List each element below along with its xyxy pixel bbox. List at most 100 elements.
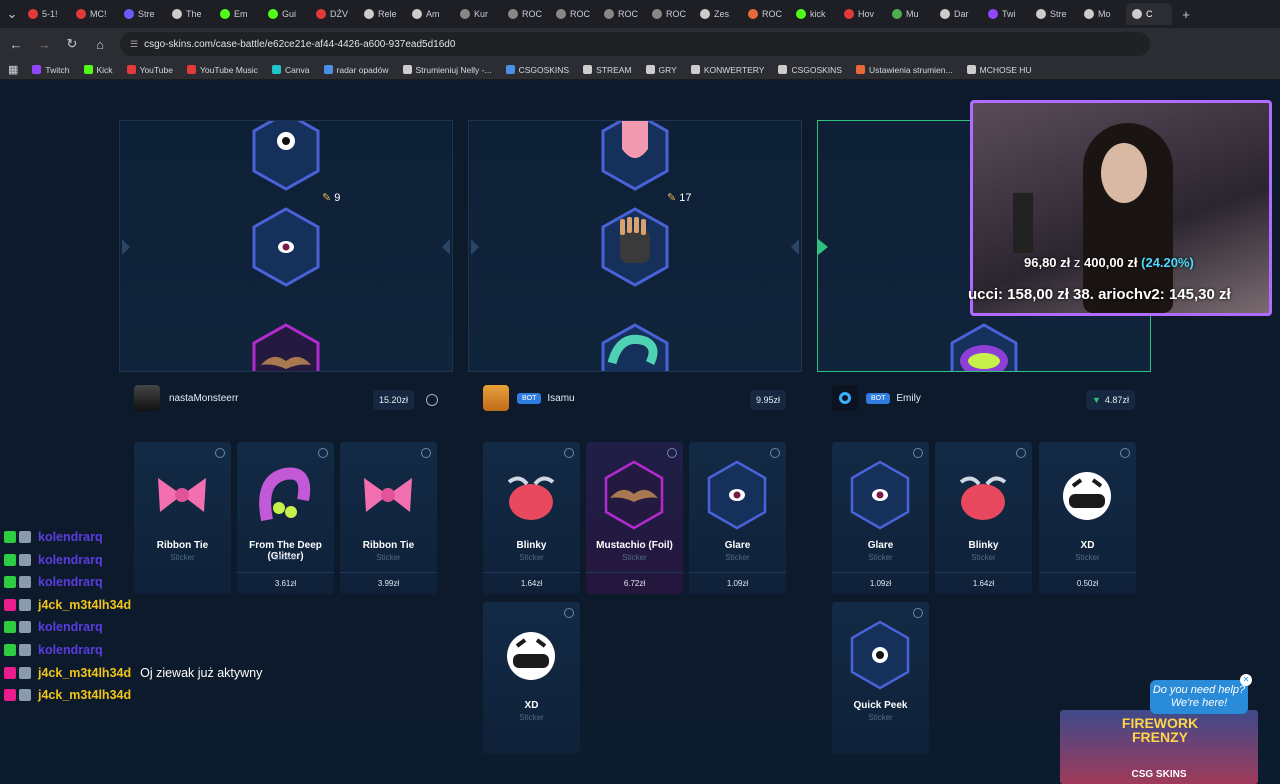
firework-frenzy-ad[interactable]: FIREWORK FRENZY CSG SKINS <box>1060 710 1258 784</box>
player-row-2: BOT Isamu <box>483 376 787 420</box>
bookmark-item[interactable]: Twitch <box>32 65 70 75</box>
favorite-icon[interactable] <box>564 448 574 458</box>
reel-count: ✎ 9 <box>322 191 341 205</box>
battle-reel-1: ✎ 9 <box>119 120 453 372</box>
browser-tab[interactable]: ROC <box>742 3 788 25</box>
url-field[interactable]: ☰ csgo-skins.com/case-battle/e62ce21e-af… <box>120 32 1150 56</box>
bookmark-icon <box>323 65 333 74</box>
browser-tab[interactable]: Kur <box>454 3 500 25</box>
bookmark-item[interactable]: YouTube Music <box>186 65 258 75</box>
chat-badge-icon <box>19 576 31 589</box>
favorite-icon[interactable] <box>215 448 225 458</box>
donation-goal: 96,80 zł z 400,00 zł (24.20%) <box>1024 255 1194 270</box>
browser-tab[interactable]: MC! <box>70 3 116 25</box>
bookmark-item[interactable]: STREAM <box>583 65 632 75</box>
chat-message: kolendrarq <box>4 575 484 589</box>
browser-tab[interactable]: Em <box>214 3 260 25</box>
home-icon[interactable]: ⌂ <box>92 36 108 52</box>
browser-tab[interactable]: DŹV <box>310 3 356 25</box>
bookmark-icon <box>966 65 976 74</box>
sticker-xd-icon <box>1057 460 1117 530</box>
item-card[interactable]: XD Sticker <box>483 602 580 754</box>
browser-tab[interactable]: ROC <box>646 3 692 25</box>
bookmark-item[interactable]: Kick <box>83 65 113 75</box>
item-price: 0.50zł <box>1039 572 1136 594</box>
browser-tab[interactable]: Am <box>406 3 452 25</box>
browser-tab[interactable]: The <box>166 3 212 25</box>
browser-tab[interactable]: Mo <box>1078 3 1124 25</box>
item-price: 6.72zł <box>586 572 683 594</box>
favorite-icon[interactable] <box>770 448 780 458</box>
tab-label: Dar <box>954 9 969 19</box>
browser-tab[interactable]: Gui <box>262 3 308 25</box>
bookmark-icon <box>645 65 655 74</box>
browser-tab[interactable]: Dar <box>934 3 980 25</box>
tab-favicon-icon <box>1036 9 1046 19</box>
bookmark-item[interactable]: Strumieniuj Nelly -... <box>402 65 492 75</box>
browser-tab[interactable]: ROC <box>550 3 596 25</box>
item-card[interactable]: From The Deep (Glitter) Sticker 3.61zł <box>237 442 334 594</box>
close-icon[interactable]: ✕ <box>1240 674 1252 686</box>
favorite-icon[interactable] <box>1120 448 1130 458</box>
tab-favicon-icon <box>556 9 566 19</box>
reload-icon[interactable]: ↻ <box>64 36 80 52</box>
item-card[interactable]: Glare Sticker 1.09zł <box>832 442 929 594</box>
back-icon[interactable]: ← <box>8 36 24 52</box>
browser-tab[interactable]: Mu <box>886 3 932 25</box>
chat-username: kolendrarq <box>38 552 103 567</box>
browser-tab[interactable]: kick <box>790 3 836 25</box>
tab-favicon-icon <box>172 9 182 19</box>
favorite-icon[interactable] <box>667 448 677 458</box>
favorite-icon[interactable] <box>1016 448 1026 458</box>
favorite-icon[interactable] <box>564 608 574 618</box>
player-amount: 9.95zł <box>750 390 787 410</box>
favorite-icon[interactable] <box>913 448 923 458</box>
bookmark-item[interactable]: YouTube <box>126 65 173 75</box>
favorite-icon[interactable] <box>913 608 923 618</box>
bookmark-item[interactable]: Ustawienia strumien... <box>855 65 953 75</box>
bookmark-item[interactable]: CSGOSKINS <box>505 65 569 75</box>
emote-icon[interactable] <box>426 394 438 406</box>
item-card[interactable]: Mustachio (Foil) Sticker 6.72zł <box>586 442 683 594</box>
bookmark-item[interactable]: KONWERTERY <box>690 65 764 75</box>
bookmark-item[interactable]: CSGOSKINS <box>778 65 842 75</box>
browser-tab[interactable]: Zes <box>694 3 740 25</box>
browser-tab[interactable]: Stre <box>118 3 164 25</box>
new-tab-icon[interactable]: + <box>1178 6 1194 22</box>
tab-label: Twi <box>1002 9 1016 19</box>
help-bubble[interactable]: Do you need help? We're here! ✕ <box>1150 674 1252 714</box>
bookmark-item[interactable]: Canva <box>271 65 310 75</box>
browser-tab[interactable]: Twi <box>982 3 1028 25</box>
chat-badge-icon <box>4 531 16 543</box>
item-card[interactable]: Quick Peek Sticker <box>832 602 929 754</box>
chat-badge-icon <box>19 689 31 702</box>
browser-tab[interactable]: 5-1! <box>22 3 68 25</box>
item-card[interactable]: Glare Sticker 1.09zł <box>689 442 786 594</box>
bookmark-item[interactable]: GRY <box>645 64 677 75</box>
chat-badge-icon <box>4 689 16 702</box>
bookmark-label: GRY <box>658 64 677 75</box>
favorite-icon[interactable] <box>318 448 328 458</box>
bookmark-item[interactable]: MCHOSE HU <box>966 65 1032 75</box>
forward-icon[interactable]: → <box>36 36 52 52</box>
site-info-icon[interactable]: ☰ <box>130 39 138 50</box>
browser-tab[interactable]: Hov <box>838 3 884 25</box>
item-card[interactable]: Ribbon Tie Sticker <box>134 442 231 594</box>
item-card[interactable]: Blinky Sticker 1.64zł <box>935 442 1032 594</box>
browser-tab[interactable]: Rele <box>358 3 404 25</box>
item-card[interactable]: XD Sticker 0.50zł <box>1039 442 1136 594</box>
tab-search-icon[interactable]: ⌄ <box>4 6 20 22</box>
apps-grid-icon[interactable]: ▦ <box>8 63 18 76</box>
browser-tab[interactable]: C <box>1126 3 1172 25</box>
bookmark-item[interactable]: radar opadów <box>323 65 389 75</box>
streamer-face <box>1101 143 1147 203</box>
item-card[interactable]: Ribbon Tie Sticker 3.99zł <box>340 442 437 594</box>
sticker-blinky-icon <box>501 460 561 530</box>
item-card[interactable]: Blinky Sticker 1.64zł <box>483 442 580 594</box>
browser-tab[interactable]: Stre <box>1030 3 1076 25</box>
donation-ticker: ucci: 158,00 zł 38. ariochv2: 145,30 zł <box>968 286 1231 303</box>
favorite-icon[interactable] <box>421 448 431 458</box>
browser-tab[interactable]: ROC <box>502 3 548 25</box>
reel-item-mustache <box>251 323 321 371</box>
browser-tab[interactable]: ROC <box>598 3 644 25</box>
